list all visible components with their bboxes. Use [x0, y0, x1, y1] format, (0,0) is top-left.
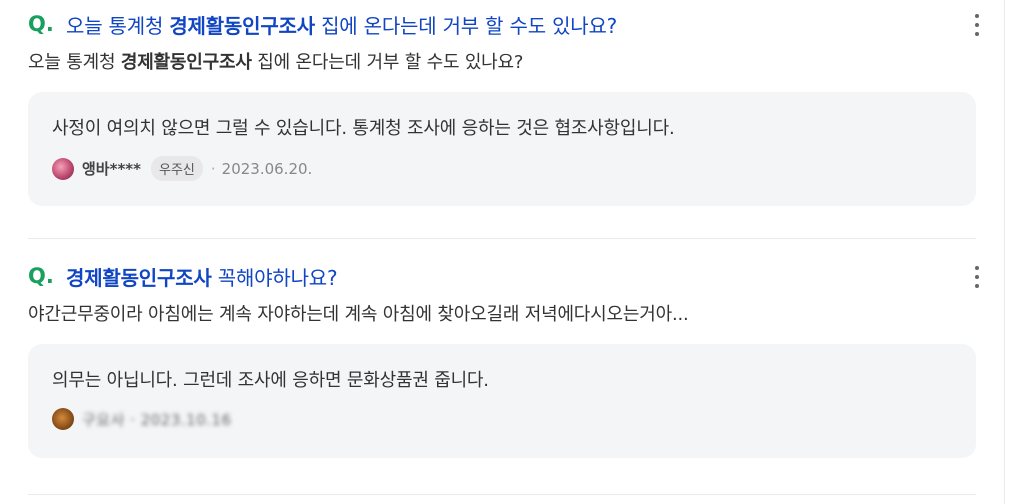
qa-result: Q. 오늘 통계청 경제활동인구조사 집에 온다는데 거부 할 수도 있나요? …	[28, 10, 979, 206]
result-divider	[28, 238, 976, 239]
separator-dot: ·	[210, 159, 216, 178]
question-body: 야간근무중이라 아침에는 계속 자야하는데 계속 아침에 찾아오길래 저녁에다시…	[28, 304, 689, 325]
more-vertical-icon[interactable]	[972, 14, 982, 36]
qa-result: Q. 경제활동인구조사 꼭해야하나요? 야간근무중이라 아침에는 계속 자야하는…	[28, 262, 979, 458]
answer-card[interactable]: 의무는 아닙니다. 그런데 조사에 응하면 문화상품권 줍니다. 구요사 · 2…	[28, 344, 976, 458]
answer-text: 의무는 아닙니다. 그런데 조사에 응하면 문화상품권 줍니다.	[52, 370, 489, 391]
author-badge: 우주신	[150, 156, 203, 181]
answer-meta: 구요사 · 2023.10.16	[52, 408, 952, 430]
question-title[interactable]: 경제활동인구조사 꼭해야하나요?	[66, 262, 338, 291]
question-mark: Q.	[28, 12, 54, 36]
question-title[interactable]: 오늘 통계청 경제활동인구조사 집에 온다는데 거부 할 수도 있나요?	[66, 10, 617, 39]
column-divider	[1004, 0, 1005, 504]
answer-card[interactable]: 사정이 여의치 않으면 그럴 수 있습니다. 통계청 조사에 응하는 것은 협조…	[28, 92, 976, 206]
author-meta-blurred: 구요사 · 2023.10.16	[82, 410, 232, 429]
result-divider	[28, 494, 976, 495]
question-title-link[interactable]: Q. 경제활동인구조사 꼭해야하나요?	[28, 262, 976, 290]
avatar-icon	[52, 408, 74, 430]
question-mark: Q.	[28, 264, 54, 288]
search-results: Q. 오늘 통계청 경제활동인구조사 집에 온다는데 거부 할 수도 있나요? …	[0, 0, 1004, 504]
question-title-link[interactable]: Q. 오늘 통계청 경제활동인구조사 집에 온다는데 거부 할 수도 있나요?	[28, 10, 976, 38]
answer-meta: 앵바**** 우주신 · 2023.06.20.	[52, 156, 952, 181]
question-body: 오늘 통계청 경제활동인구조사 집에 온다는데 거부 할 수도 있나요?	[28, 52, 524, 73]
avatar-icon	[52, 157, 74, 180]
answer-date: 2023.06.20.	[221, 159, 313, 178]
author-name[interactable]: 앵바****	[82, 158, 141, 179]
answer-text: 사정이 여의치 않으면 그럴 수 있습니다. 통계청 조사에 응하는 것은 협조…	[52, 118, 675, 139]
more-vertical-icon[interactable]	[972, 266, 982, 288]
